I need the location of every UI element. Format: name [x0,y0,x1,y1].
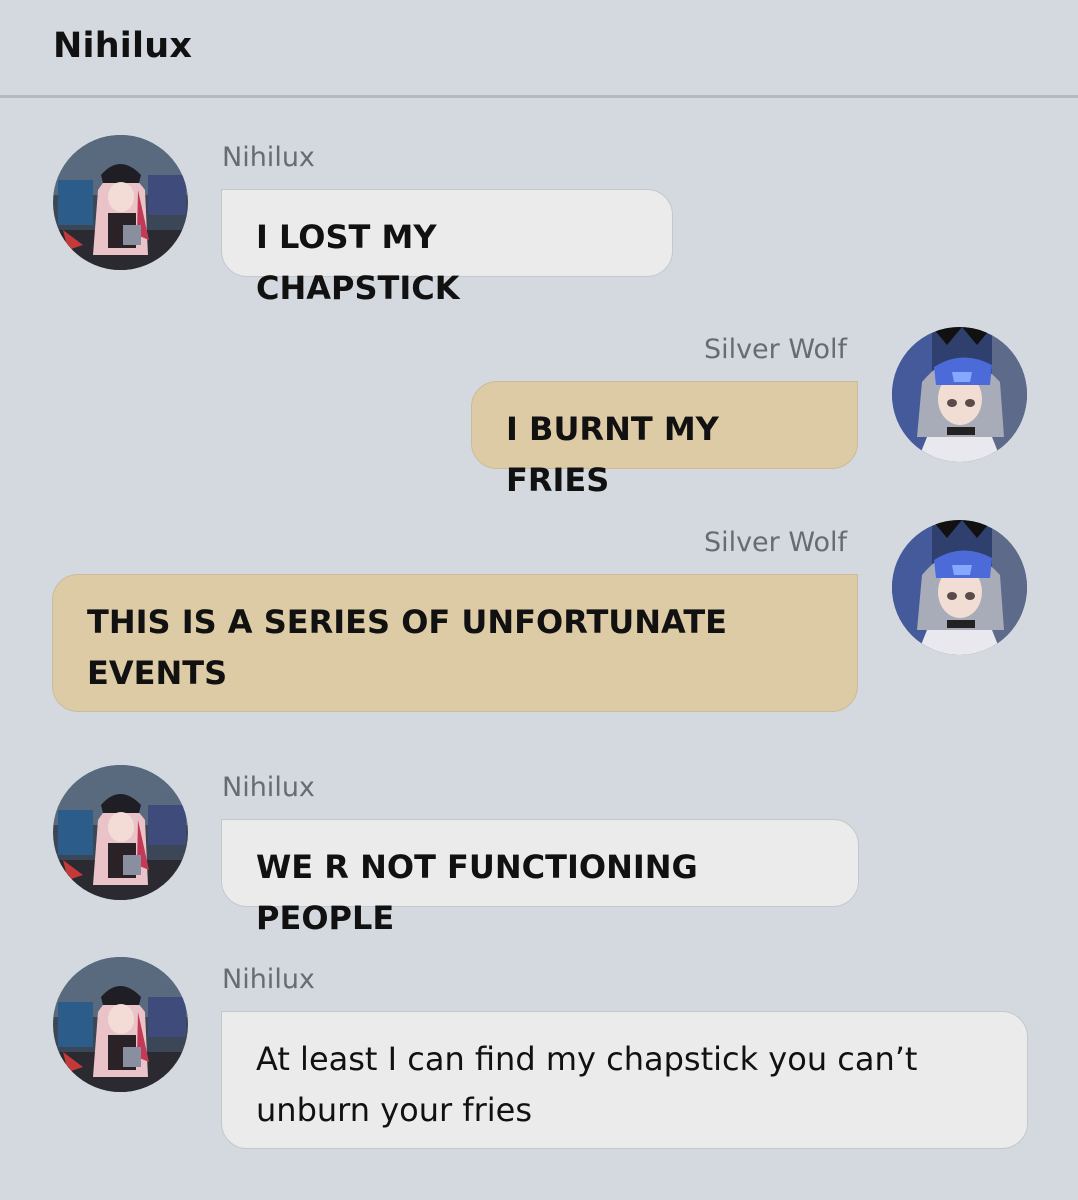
silver-wolf-avatar-icon[interactable] [892,520,1027,655]
message-bubble[interactable]: I LOST MY CHAPSTICK [221,189,673,307]
message-bubble[interactable]: I BURNT MY FRIES [471,381,858,499]
message-sender: Silver Wolf [703,334,847,365]
message-sender: Nihilux [222,142,315,173]
silver-wolf-avatar-icon[interactable] [892,327,1027,462]
message-bubble[interactable]: At least I can find my chapstick you can… [221,1011,1028,1149]
message-bubble[interactable]: WE R NOT FUNCTIONING PEOPLE [221,819,859,937]
message-sender: Silver Wolf [703,527,847,558]
message-sender: Nihilux [222,772,315,803]
chat-title: Nihilux [53,26,193,66]
nihilux-avatar-icon[interactable] [53,765,188,900]
nihilux-avatar-icon[interactable] [53,957,188,1092]
message-bubble[interactable]: THIS IS A SERIES OF UNFORTUNATE EVENTS [52,574,858,712]
chat-header: Nihilux [0,0,1078,98]
nihilux-avatar-icon[interactable] [53,135,188,270]
message-sender: Nihilux [222,964,315,995]
